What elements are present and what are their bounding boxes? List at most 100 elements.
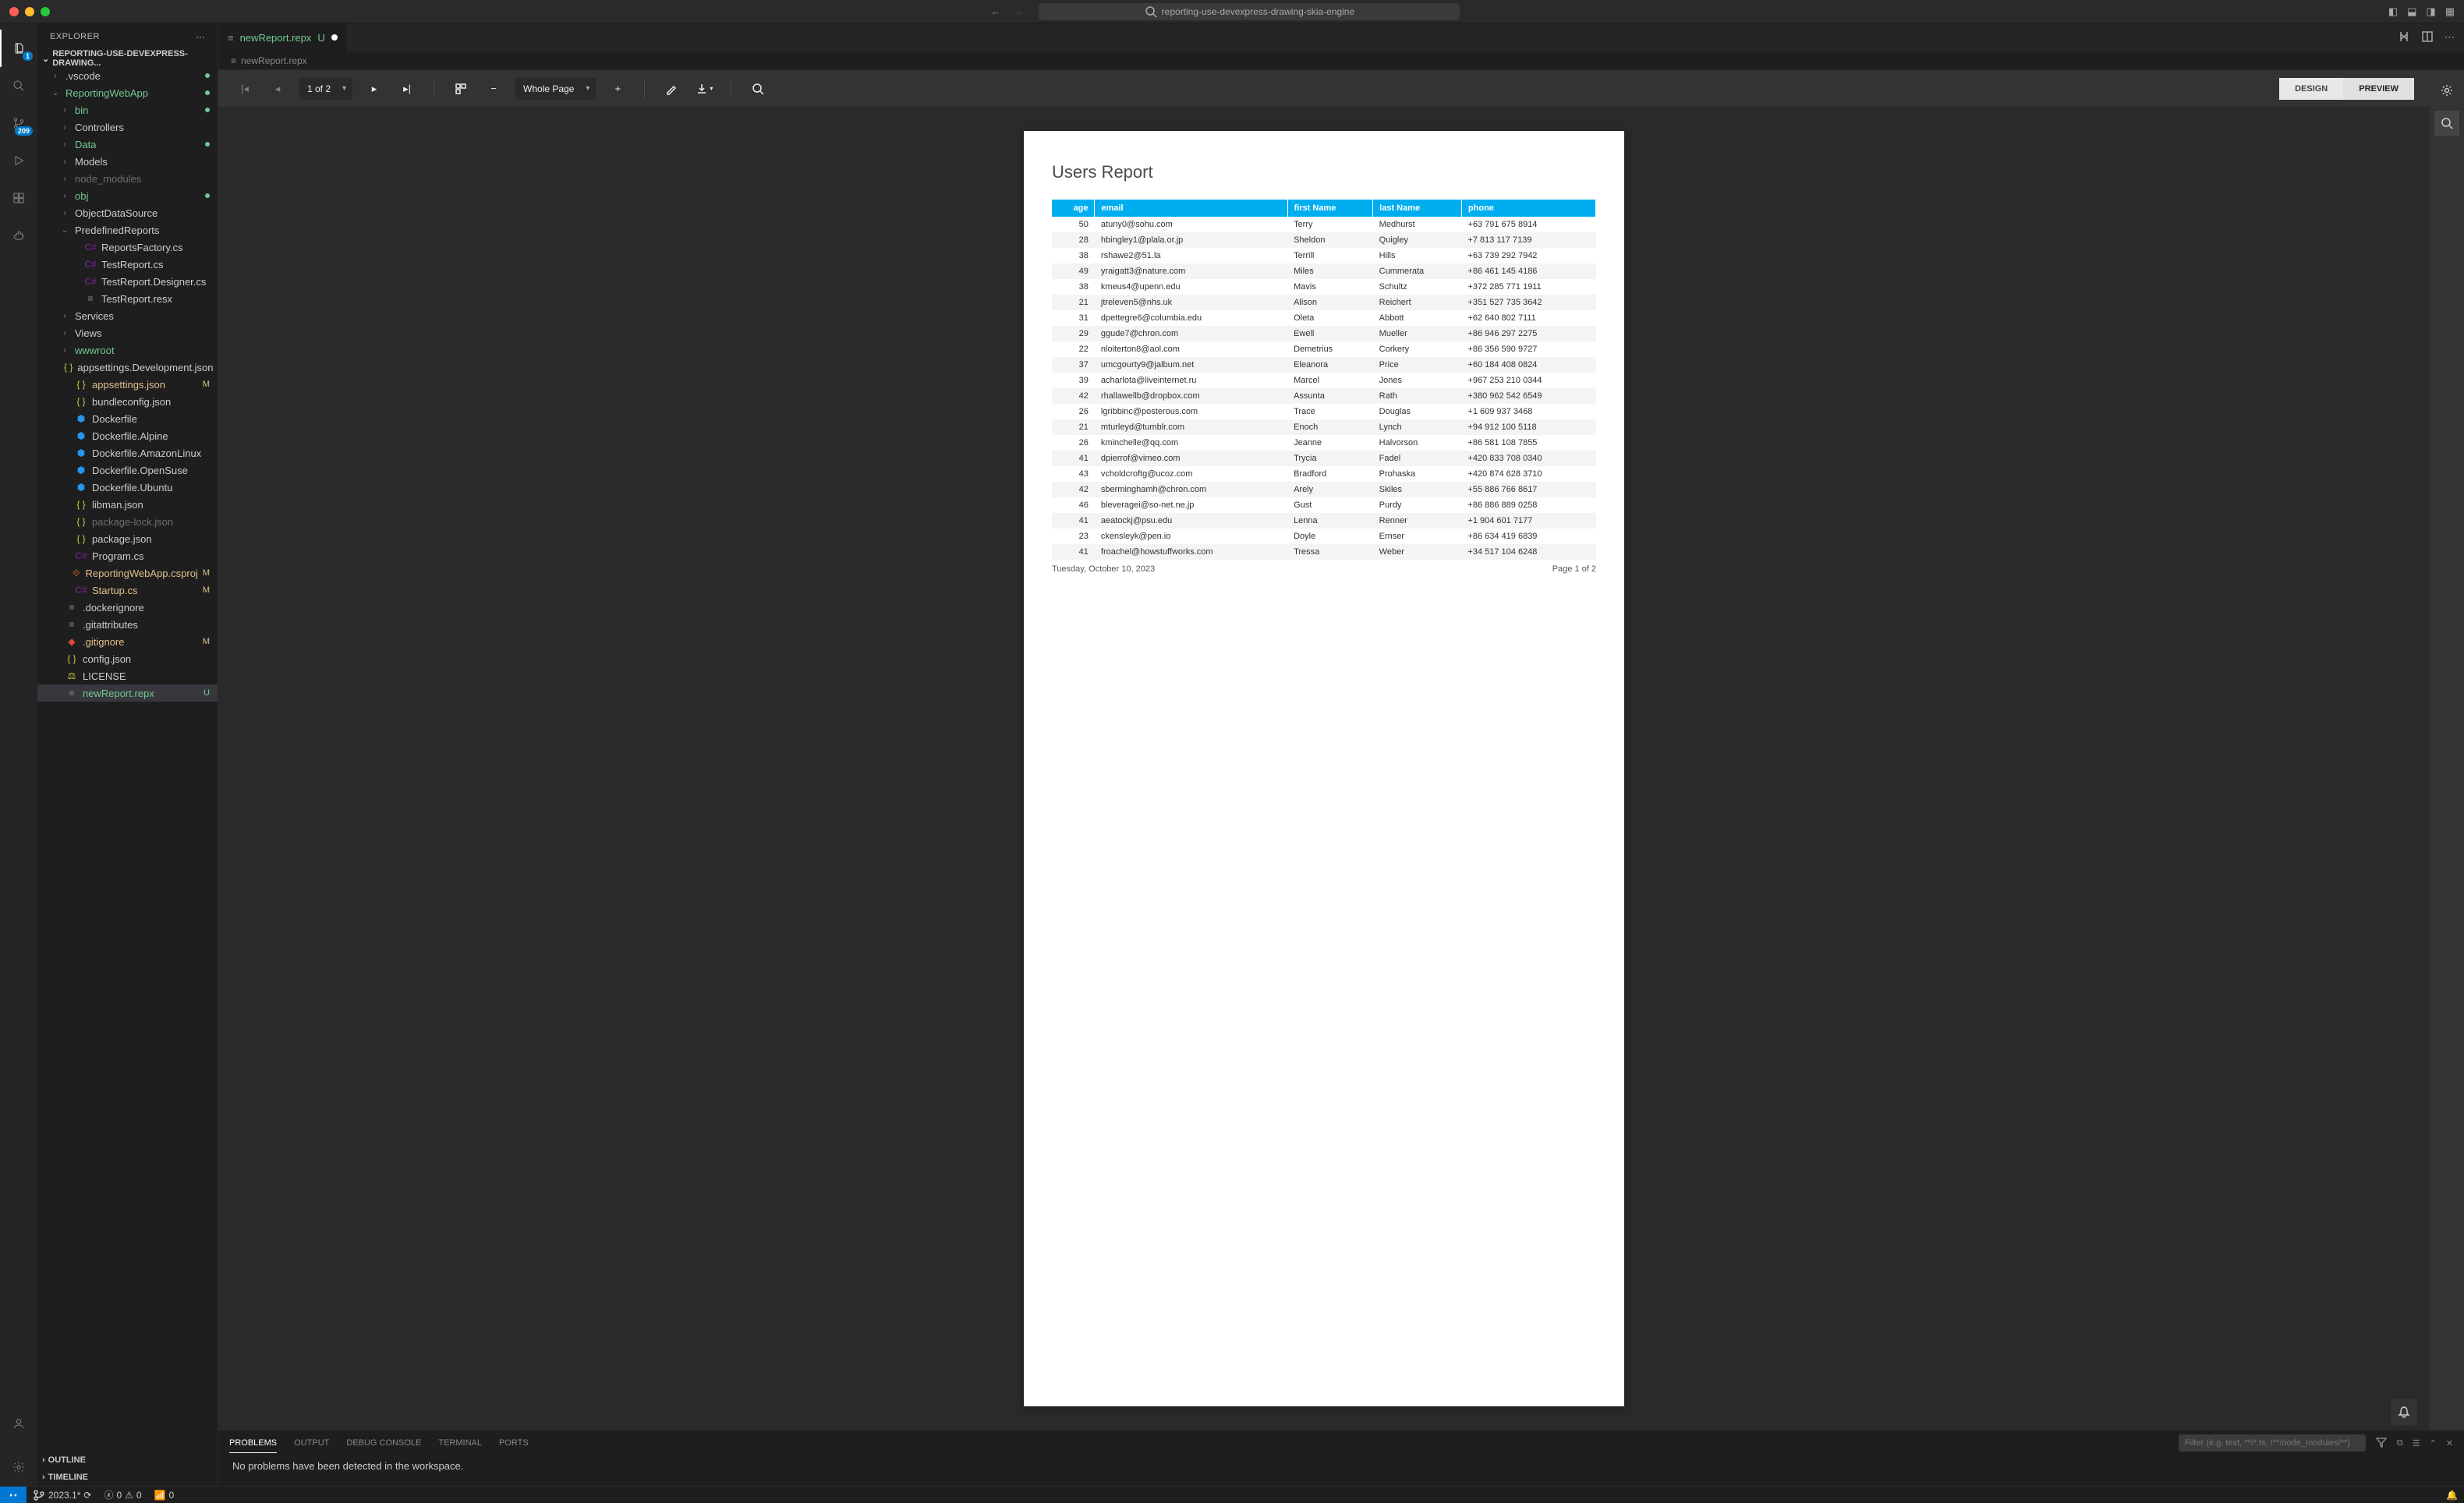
tree-item[interactable]: { }package.json: [37, 530, 218, 547]
first-page-button[interactable]: |◂: [234, 78, 256, 100]
layout-sidebar-right-icon[interactable]: ◨: [2426, 5, 2435, 18]
tree-item[interactable]: ◆.gitignoreM: [37, 633, 218, 650]
minimize-window[interactable]: [25, 7, 34, 16]
tree-item[interactable]: ≡TestReport.resx: [37, 290, 218, 307]
sidebar-more-icon[interactable]: ⋯: [196, 32, 206, 42]
tree-item[interactable]: C#TestReport.Designer.cs: [37, 273, 218, 290]
tree-item[interactable]: ≡.dockerignore: [37, 599, 218, 616]
tree-item[interactable]: ⚖LICENSE: [37, 667, 218, 684]
ports-status[interactable]: 📶0: [148, 1490, 181, 1501]
panel-close-icon[interactable]: ✕: [2446, 1438, 2453, 1448]
compare-changes-icon[interactable]: [2398, 30, 2410, 45]
zoom-out-button[interactable]: −: [483, 78, 504, 100]
panel-tab-ports[interactable]: PORTS: [499, 1434, 529, 1452]
panel-tab-output[interactable]: OUTPUT: [294, 1434, 329, 1452]
activity-search[interactable]: [0, 67, 37, 104]
breadcrumb[interactable]: ≡ newReport.repx: [218, 51, 2464, 70]
last-page-button[interactable]: ▸|: [396, 78, 418, 100]
command-center[interactable]: reporting-use-devexpress-drawing-skia-en…: [1039, 3, 1460, 20]
tree-item[interactable]: ›node_modules: [37, 170, 218, 187]
tree-item[interactable]: ⟐ReportingWebApp.csprojM: [37, 564, 218, 582]
branch-status[interactable]: 2023.1* ⟳: [27, 1489, 97, 1501]
activity-source-control[interactable]: 209: [0, 104, 37, 142]
tree-item[interactable]: ⌄ReportingWebApp: [37, 84, 218, 101]
tab-newreport[interactable]: ≡ newReport.repx U: [218, 23, 348, 51]
multipage-button[interactable]: [450, 78, 472, 100]
activity-settings[interactable]: [0, 1448, 37, 1486]
tree-item[interactable]: ≡.gitattributes: [37, 616, 218, 633]
preview-mode-tab[interactable]: PREVIEW: [2343, 78, 2414, 100]
zoom-in-button[interactable]: +: [607, 78, 628, 100]
notifications-button[interactable]: [2391, 1399, 2417, 1425]
page-selector[interactable]: 1 of 2: [299, 78, 352, 100]
tree-item[interactable]: ›Services: [37, 307, 218, 324]
timeline-section[interactable]: › TIMELINE: [37, 1469, 218, 1486]
panel-maximize-icon[interactable]: ⌃: [2430, 1438, 2437, 1448]
activity-run-debug[interactable]: [0, 142, 37, 179]
export-button[interactable]: ▾: [693, 78, 715, 100]
panel-tab-problems[interactable]: PROBLEMS: [229, 1434, 277, 1453]
tree-item[interactable]: ⬢Dockerfile: [37, 410, 218, 427]
explorer-section-header[interactable]: ⌄ REPORTING-USE-DEVEXPRESS-DRAWING...: [37, 50, 218, 67]
layout-customize-icon[interactable]: ▦: [2445, 5, 2455, 18]
search-report-button[interactable]: [747, 78, 769, 100]
chevron-down-icon: ⌄: [42, 54, 49, 64]
activity-accounts[interactable]: [0, 1405, 37, 1442]
table-cell: acharlota@liveinternet.ru: [1095, 373, 1287, 388]
tree-item[interactable]: { }appsettings.jsonM: [37, 376, 218, 393]
tree-item[interactable]: C#TestReport.cs: [37, 256, 218, 273]
nav-back[interactable]: ←: [990, 5, 1000, 17]
highlight-button[interactable]: [660, 78, 682, 100]
tree-item[interactable]: ⬢Dockerfile.Ubuntu: [37, 479, 218, 496]
split-editor-icon[interactable]: [2421, 30, 2434, 45]
problems-filter-input[interactable]: [2179, 1434, 2366, 1452]
outline-section[interactable]: › OUTLINE: [37, 1452, 218, 1469]
tree-item[interactable]: C#Program.cs: [37, 547, 218, 564]
tree-item[interactable]: { }package-lock.json: [37, 513, 218, 530]
tree-item[interactable]: ›Controllers: [37, 118, 218, 136]
tree-item[interactable]: ›Models: [37, 153, 218, 170]
layout-sidebar-left-icon[interactable]: ◧: [2388, 5, 2398, 18]
panel-tab-debug-console[interactable]: DEBUG CONSOLE: [346, 1434, 421, 1452]
tree-item[interactable]: { }libman.json: [37, 496, 218, 513]
filter-icon[interactable]: [2375, 1436, 2388, 1451]
viewer-settings-icon[interactable]: [2434, 78, 2459, 103]
design-mode-tab[interactable]: DESIGN: [2279, 78, 2343, 100]
tree-item[interactable]: ⬢Dockerfile.AmazonLinux: [37, 444, 218, 462]
tree-item[interactable]: C#Startup.csM: [37, 582, 218, 599]
next-page-button[interactable]: ▸: [363, 78, 385, 100]
zoom-selector[interactable]: Whole Page: [515, 78, 596, 100]
nav-forward[interactable]: →: [1013, 5, 1023, 17]
tree-item[interactable]: ⬢Dockerfile.Alpine: [37, 427, 218, 444]
activity-docker[interactable]: [0, 217, 37, 254]
view-as-tree-icon[interactable]: ☰: [2413, 1438, 2420, 1448]
tree-item[interactable]: ≡newReport.repxU: [37, 684, 218, 702]
problems-status[interactable]: ⓧ0 ⚠0: [97, 1488, 147, 1501]
viewer-canvas[interactable]: Users Report ageemailfirst Namelast Name…: [218, 108, 2430, 1430]
tree-item[interactable]: ›.vscode: [37, 67, 218, 84]
tree-item[interactable]: { }bundleconfig.json: [37, 393, 218, 410]
tree-item[interactable]: ›Views: [37, 324, 218, 341]
tree-item[interactable]: ›wwwroot: [37, 341, 218, 359]
tree-item[interactable]: C#ReportsFactory.cs: [37, 239, 218, 256]
tree-item[interactable]: ⬢Dockerfile.OpenSuse: [37, 462, 218, 479]
activity-extensions[interactable]: [0, 179, 37, 217]
panel-tab-terminal[interactable]: TERMINAL: [438, 1434, 482, 1452]
more-actions-icon[interactable]: ⋯: [2445, 31, 2455, 44]
prev-page-button[interactable]: ◂: [267, 78, 289, 100]
collapse-all-icon[interactable]: ⧉: [2397, 1438, 2403, 1448]
tree-item[interactable]: ›ObjectDataSource: [37, 204, 218, 221]
viewer-search-icon[interactable]: [2434, 111, 2459, 136]
feedback-button[interactable]: 🔔: [2440, 1490, 2464, 1501]
activity-explorer[interactable]: 1: [0, 30, 37, 67]
remote-button[interactable]: [0, 1487, 27, 1503]
close-window[interactable]: [9, 7, 19, 16]
layout-panel-icon[interactable]: ⬓: [2407, 5, 2416, 18]
tree-item[interactable]: { }appsettings.Development.json: [37, 359, 218, 376]
tree-item[interactable]: { }config.json: [37, 650, 218, 667]
maximize-window[interactable]: [41, 7, 50, 16]
tree-item[interactable]: ›bin: [37, 101, 218, 118]
tree-item[interactable]: ⌄PredefinedReports: [37, 221, 218, 239]
tree-item[interactable]: ›obj: [37, 187, 218, 204]
tree-item[interactable]: ›Data: [37, 136, 218, 153]
